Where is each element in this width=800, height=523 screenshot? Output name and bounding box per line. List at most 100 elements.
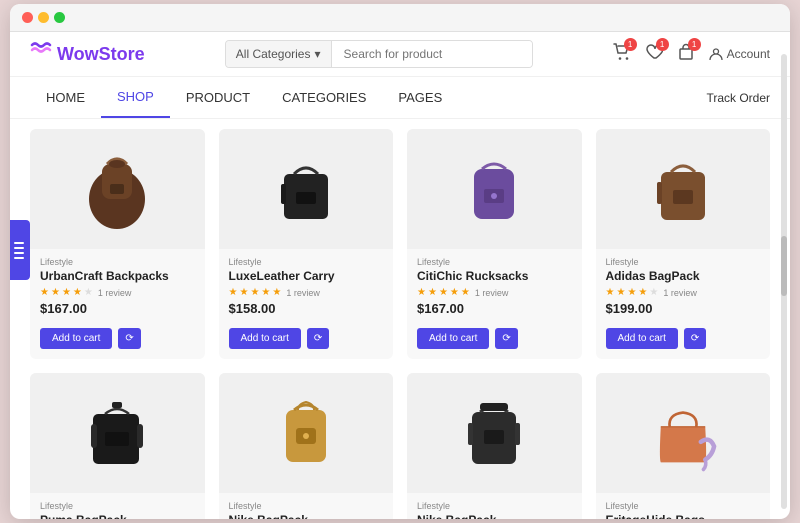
site-header: WowStore All Categories ▾ 1 [10,32,790,77]
star-1: ★ [40,287,49,298]
product-image [219,129,394,249]
star-rating: ★ ★ ★ ★ ★ 1 review [229,287,384,298]
product-card: Lifestyle Adidas BagPack ★ ★ ★ ★ ★ 1 rev… [596,129,771,359]
product-card: Lifestyle EritageHide Bags ★ ★ ★ ★ ★ 1 r… [596,373,771,519]
dec-line [14,252,24,254]
product-name: Nike BagPack [417,513,572,519]
add-to-cart-button[interactable]: Add to cart [229,328,301,349]
star-4: ★ [261,287,270,298]
product-image [407,373,582,493]
logo-text: WowStore [57,44,145,65]
product-image [596,373,771,493]
star-3: ★ [62,287,71,298]
product-info: Lifestyle EritageHide Bags ★ ★ ★ ★ ★ 1 r… [596,493,771,519]
compare-button[interactable]: ⟳ [684,328,706,349]
product-image [219,373,394,493]
dot-red[interactable] [22,12,33,23]
add-to-cart-button[interactable]: Add to cart [606,328,678,349]
star-2: ★ [616,287,625,298]
star-1: ★ [606,287,615,298]
star-2: ★ [239,287,248,298]
star-5: ★ [649,287,658,298]
search-category-dropdown[interactable]: All Categories ▾ [226,41,332,67]
add-to-cart-button[interactable]: Add to cart [40,328,112,349]
star-3: ★ [439,287,448,298]
browser-window: WowStore All Categories ▾ 1 [10,4,790,519]
product-card: Lifestyle Puma BagPack ★ ★ ★ ★ ★ 1 revie… [30,373,205,519]
add-to-cart-button[interactable]: Add to cart [417,328,489,349]
product-category: Lifestyle [229,257,384,267]
review-count: 1 review [98,288,132,298]
product-card: Lifestyle LuxeLeather Carry ★ ★ ★ ★ ★ 1 … [219,129,394,359]
chevron-down-icon: ▾ [314,47,320,61]
product-price: $199.00 [606,301,761,316]
star-5: ★ [84,287,93,298]
star-5: ★ [461,287,470,298]
bag-button[interactable]: 1 [677,43,695,65]
compare-button[interactable]: ⟳ [495,328,517,349]
header-icons: 1 1 1 Account [613,43,770,65]
product-image [30,373,205,493]
search-input[interactable] [332,41,532,67]
product-name: Nike BagPack [229,513,384,519]
product-info: Lifestyle UrbanCraft Backpacks ★ ★ ★ ★ ★… [30,249,205,328]
nav-categories[interactable]: CATEGORIES [266,78,382,117]
nav-pages[interactable]: PAGES [382,78,458,117]
product-category: Lifestyle [606,257,761,267]
product-name: EritageHide Bags [606,513,761,519]
star-1: ★ [229,287,238,298]
product-category: Lifestyle [417,501,572,511]
product-price: $167.00 [40,301,195,316]
product-name: Adidas BagPack [606,269,761,283]
dot-yellow[interactable] [38,12,49,23]
product-name: CitiChic Rucksacks [417,269,572,283]
product-card: Lifestyle CitiChic Rucksacks ★ ★ ★ ★ ★ 1… [407,129,582,359]
product-info: Lifestyle LuxeLeather Carry ★ ★ ★ ★ ★ 1 … [219,249,394,328]
star-rating: ★ ★ ★ ★ ★ 1 review [40,287,195,298]
account-button[interactable]: Account [709,47,770,61]
nav-product[interactable]: PRODUCT [170,78,266,117]
track-order-link[interactable]: Track Order [706,91,770,105]
nav-home[interactable]: HOME [30,78,101,117]
dec-line [14,247,24,249]
nav-shop[interactable]: SHOP [101,77,170,118]
product-card: Lifestyle Nike BagPack ★ ★ ★ ★ ★ 1 revie… [407,373,582,519]
product-category: Lifestyle [417,257,572,267]
scrollbar[interactable] [781,54,787,509]
product-actions: Add to cart ⟳ [596,328,771,349]
compare-button[interactable]: ⟳ [118,328,140,349]
product-category: Lifestyle [40,501,195,511]
dec-line [14,257,24,259]
product-actions: Add to cart ⟳ [219,328,394,349]
product-card: Lifestyle Nike BagPack ★ ★ ★ ★ ★ 1 revie… [219,373,394,519]
review-count: 1 review [475,288,509,298]
browser-dots [22,12,65,23]
wishlist-button[interactable]: 1 [645,43,663,65]
product-category: Lifestyle [606,501,761,511]
product-info: Lifestyle Puma BagPack ★ ★ ★ ★ ★ 1 revie… [30,493,205,519]
star-4: ★ [638,287,647,298]
star-rating: ★ ★ ★ ★ ★ 1 review [417,287,572,298]
product-category: Lifestyle [229,501,384,511]
compare-button[interactable]: ⟳ [307,328,329,349]
cart-button[interactable]: 1 [613,43,631,65]
product-info: Lifestyle Adidas BagPack ★ ★ ★ ★ ★ 1 rev… [596,249,771,328]
main-content: Lifestyle UrbanCraft Backpacks ★ ★ ★ ★ ★… [10,119,790,519]
star-rating: ★ ★ ★ ★ ★ 1 review [606,287,761,298]
product-info: Lifestyle Nike BagPack ★ ★ ★ ★ ★ 1 revie… [407,493,582,519]
product-name: Puma BagPack [40,513,195,519]
star-3: ★ [627,287,636,298]
product-image [30,129,205,249]
product-image [407,129,582,249]
product-image [596,129,771,249]
scrollbar-thumb[interactable] [781,236,787,296]
star-4: ★ [450,287,459,298]
product-category: Lifestyle [40,257,195,267]
product-price: $167.00 [417,301,572,316]
browser-toolbar [10,4,790,32]
star-5: ★ [272,287,281,298]
bag-badge: 1 [688,38,701,51]
dot-green[interactable] [54,12,65,23]
search-bar: All Categories ▾ [225,40,533,68]
product-actions: Add to cart ⟳ [30,328,205,349]
